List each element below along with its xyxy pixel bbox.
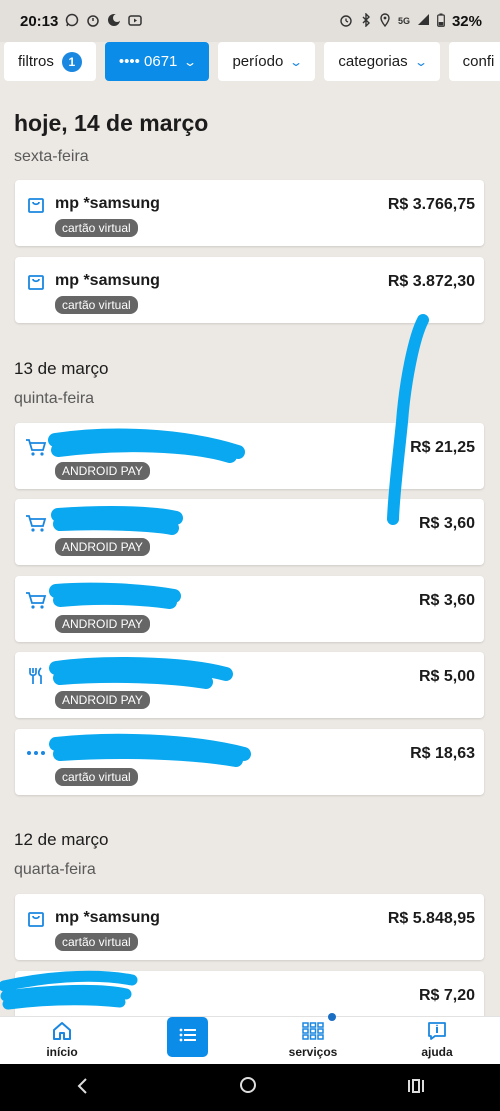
transaction-amount: R$ 3.872,30 bbox=[387, 273, 475, 290]
transaction-card[interactable]: mp *samsung R$ 5.848,95 cartão virtual bbox=[15, 894, 484, 960]
day-weekday: sexta-feira bbox=[14, 148, 89, 165]
period-filter-label: período bbox=[232, 53, 284, 70]
signal-icon bbox=[417, 13, 430, 29]
nav-services[interactable]: serviços bbox=[263, 1017, 363, 1065]
more-filter-chip[interactable]: confi bbox=[448, 42, 500, 81]
transactions-list[interactable]: hoje, 14 de março sexta-feira mp *samsun… bbox=[0, 82, 500, 1016]
payment-tag: cartão virtual bbox=[55, 296, 138, 314]
more-dots-icon bbox=[25, 742, 47, 764]
day-title: 13 de março bbox=[14, 359, 109, 378]
chevron-down-icon: ⌄ bbox=[289, 54, 304, 69]
payment-tag: cartão virtual bbox=[55, 768, 138, 786]
transaction-amount: R$ 7,20 bbox=[418, 987, 475, 1004]
chevron-down-icon: ⌄ bbox=[413, 54, 428, 69]
nav-services-label: serviços bbox=[288, 1045, 338, 1059]
scribble-line bbox=[387, 314, 429, 525]
bottom-navigation: início serviços ajuda bbox=[0, 1016, 500, 1064]
bluetooth-icon bbox=[360, 11, 372, 30]
nav-help-label: ajuda bbox=[421, 1045, 453, 1059]
whatsapp-icon bbox=[65, 13, 79, 30]
shopping-bag-icon bbox=[25, 193, 47, 215]
nav-home-label: início bbox=[46, 1045, 78, 1059]
transaction-card[interactable]: R$ 5,00 ANDROID PAY bbox=[15, 652, 484, 718]
shopping-bag-icon bbox=[25, 270, 47, 292]
network-type: 5G bbox=[397, 16, 410, 26]
merchant-name: mp *samsung bbox=[55, 272, 160, 289]
nav-help[interactable]: ajuda bbox=[387, 1017, 487, 1065]
battery-icon bbox=[437, 13, 445, 30]
transaction-amount: R$ 5.848,95 bbox=[387, 910, 475, 927]
youtube-icon bbox=[128, 13, 143, 30]
transaction-card[interactable]: mp *samsung R$ 3.872,30 cartão virtual bbox=[15, 257, 484, 323]
transaction-card[interactable]: mp *samsung R$ 3.766,75 cartão virtual bbox=[15, 180, 484, 246]
categories-filter-chip[interactable]: categorias ⌄ bbox=[324, 42, 440, 81]
day-title-today: hoje, 14 de março bbox=[14, 110, 209, 136]
chevron-down-icon: ⌄ bbox=[183, 54, 198, 69]
transaction-card[interactable]: R$ 3,60 ANDROID PAY bbox=[15, 576, 484, 642]
transaction-card[interactable]: R$ 21,25 ANDROID PAY bbox=[15, 423, 484, 489]
recents-icon[interactable] bbox=[407, 1075, 425, 1101]
merchant-name: mp *samsung bbox=[55, 909, 160, 926]
status-time: 20:13 bbox=[20, 12, 59, 30]
transaction-amount: R$ 3,60 bbox=[418, 515, 475, 532]
nav-home[interactable]: início bbox=[12, 1017, 112, 1065]
payment-tag: cartão virtual bbox=[55, 933, 138, 951]
transaction-amount: R$ 3,60 bbox=[418, 592, 475, 609]
alarm-icon bbox=[339, 13, 353, 30]
payment-tag: ANDROID PAY bbox=[55, 462, 150, 480]
list-icon bbox=[178, 1027, 198, 1048]
filter-bar: filtros 1 •••• 0671 ⌄ período ⌄ categori… bbox=[0, 42, 500, 82]
transaction-amount: R$ 18,63 bbox=[410, 745, 475, 762]
shopping-cart-icon bbox=[25, 512, 47, 534]
shopping-cart-icon bbox=[25, 436, 47, 458]
filters-label: filtros bbox=[18, 53, 54, 70]
transaction-card[interactable]: R$ 7,20 bbox=[15, 971, 484, 1016]
location-icon bbox=[379, 12, 391, 30]
payment-tag: ANDROID PAY bbox=[55, 691, 150, 709]
categories-filter-label: categorias bbox=[338, 53, 408, 70]
nav-transactions-button[interactable] bbox=[167, 1017, 208, 1057]
day-weekday: quinta-feira bbox=[14, 390, 95, 407]
transaction-amount: R$ 21,25 bbox=[410, 439, 475, 456]
home-icon bbox=[51, 1020, 73, 1042]
day-title: 12 de março bbox=[14, 830, 109, 849]
battery-level: 32% bbox=[451, 12, 482, 30]
payment-tag: ANDROID PAY bbox=[55, 538, 150, 556]
notification-dot bbox=[328, 1013, 336, 1021]
back-icon[interactable] bbox=[75, 1075, 89, 1101]
fork-knife-icon bbox=[25, 665, 47, 687]
payment-tag: cartão virtual bbox=[55, 219, 138, 237]
transaction-amount: R$ 5,00 bbox=[418, 668, 475, 685]
shopping-cart-icon bbox=[25, 589, 47, 611]
payment-tag: ANDROID PAY bbox=[55, 615, 150, 633]
system-navigation-bar bbox=[0, 1064, 500, 1111]
card-filter-chip[interactable]: •••• 0671 ⌄ bbox=[104, 42, 210, 81]
status-bar: 20:13 5G 32% bbox=[0, 0, 500, 42]
timer-icon bbox=[86, 13, 100, 30]
day-weekday: quarta-feira bbox=[14, 861, 96, 878]
transaction-card[interactable]: R$ 18,63 cartão virtual bbox=[15, 729, 484, 795]
merchant-name: mp *samsung bbox=[55, 195, 160, 212]
moon-icon bbox=[107, 13, 122, 30]
shopping-bag-icon bbox=[25, 907, 47, 929]
home-button-icon[interactable] bbox=[238, 1075, 258, 1101]
transaction-card[interactable]: R$ 3,60 ANDROID PAY bbox=[15, 499, 484, 565]
card-filter-label: •••• 0671 bbox=[118, 53, 178, 70]
filters-count-badge: 1 bbox=[61, 51, 82, 72]
filters-chip[interactable]: filtros 1 bbox=[4, 42, 96, 81]
more-filter-label: confi bbox=[462, 53, 495, 70]
period-filter-chip[interactable]: período ⌄ bbox=[218, 42, 316, 81]
help-icon bbox=[427, 1020, 447, 1042]
grid-icon bbox=[302, 1020, 324, 1042]
transaction-amount: R$ 3.766,75 bbox=[387, 196, 475, 213]
